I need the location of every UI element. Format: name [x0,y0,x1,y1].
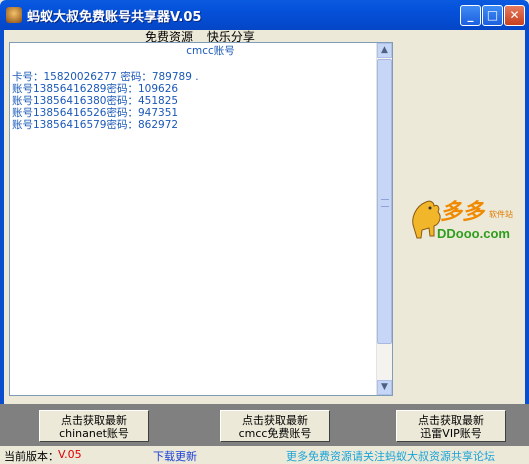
get-xunlei-vip-button[interactable]: 点击获取最新 迅雷VIP账号 [396,410,506,442]
vertical-scrollbar[interactable]: ▲ ▼ [376,43,392,395]
close-button[interactable]: ✕ [504,5,525,26]
button-line: 点击获取最新 [418,414,484,427]
get-chinanet-button[interactable]: 点击获取最新 chinanet账号 [39,410,149,442]
title-bar: 蚂蚁大叔免费账号共享器V.05 _ □ ✕ [0,0,529,30]
account-line: 卡号：15820026277 密码：789789 . [12,71,199,83]
window-title: 蚂蚁大叔免费账号共享器V.05 [27,10,202,25]
status-bar: 当前版本： V.05 下载更新 更多免费资源请关注蚂蚁大叔资源共享论坛 [0,446,529,463]
button-line: 迅雷VIP账号 [420,427,482,440]
download-update-link[interactable]: 下载更新 [153,448,197,464]
button-line: chinanet账号 [59,427,129,440]
window-frame-left [0,30,4,463]
scroll-grip-icon [381,199,389,207]
minimize-button[interactable]: _ [460,5,481,26]
get-cmcc-button[interactable]: 点击获取最新 cmcc免费账号 [220,410,330,442]
account-line: 账号13856416579密码：862972 [12,119,179,131]
scroll-thumb[interactable] [377,59,392,344]
content-heading: cmcc账号 [186,45,235,57]
content-panel[interactable]: cmcc账号 卡号：15820026277 密码：789789 . 账号1385… [9,42,393,396]
scroll-down-button[interactable]: ▼ [377,380,392,395]
button-line: 点击获取最新 [61,414,127,427]
button-line: cmcc免费账号 [238,427,312,440]
version-value: V.05 [58,448,82,461]
account-list: cmcc账号 卡号：15820026277 密码：789789 . 账号1385… [12,45,374,131]
logo-small-text: 软件站 [489,210,513,219]
scroll-up-button[interactable]: ▲ [377,43,392,58]
account-line: 账号13856416526密码：947351 [12,107,179,119]
maximize-button[interactable]: □ [482,5,503,26]
logo-english-text: DDooo.com [437,226,510,241]
app-icon [6,7,22,23]
logo-chinese-text: 多多 [440,200,485,225]
version-label: 当前版本： [4,450,59,463]
account-line: 账号13856416289密码：109626 [12,83,179,95]
button-line: 点击获取最新 [242,414,308,427]
window-frame-right [525,30,529,463]
account-line: 账号13856416380密码：451825 [12,95,179,107]
forum-link[interactable]: 更多免费资源请关注蚂蚁大叔资源共享论坛 [286,448,495,464]
